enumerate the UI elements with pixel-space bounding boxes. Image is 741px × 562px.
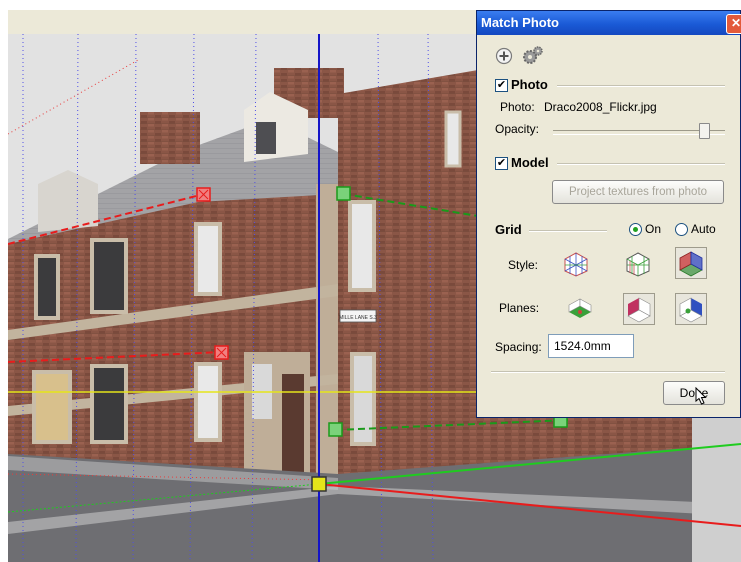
- red-grip-top[interactable]: [196, 187, 211, 202]
- photo-section-label: Photo: [511, 77, 548, 92]
- grid-style-option-active[interactable]: [675, 247, 707, 279]
- opacity-slider-thumb[interactable]: [698, 123, 710, 139]
- add-photo-icon[interactable]: [495, 47, 513, 65]
- red-grip-bottom[interactable]: [214, 345, 229, 360]
- dialog-title-bar[interactable]: Match Photo: [477, 11, 740, 35]
- grid-plane-option-active[interactable]: [623, 293, 655, 325]
- spacing-input[interactable]: 1524.0mm: [548, 334, 634, 358]
- model-checkbox[interactable]: ✔: [495, 157, 508, 170]
- grid-style-icon: [679, 251, 703, 277]
- style-label: Style:: [508, 258, 539, 272]
- grid-on-radio[interactable]: [629, 223, 642, 236]
- close-icon[interactable]: ✕: [726, 14, 741, 34]
- grid-section-divider: [529, 230, 607, 232]
- grid-section-label: Grid: [495, 222, 522, 237]
- photo-caption: Photo:: [500, 100, 535, 114]
- grid-plane-icon: [679, 297, 703, 323]
- dialog-title: Match Photo: [481, 15, 559, 30]
- bottom-divider: [491, 371, 725, 373]
- match-photo-dialog: Match Photo ✕ ✔ Photo Photo: Draco2008_F…: [476, 10, 741, 418]
- street-sign-text: MILLE LANE S.3: [339, 315, 377, 321]
- model-section-label: Model: [511, 155, 549, 170]
- photo-checkbox[interactable]: ✔: [495, 79, 508, 92]
- grid-auto-label: Auto: [691, 222, 716, 236]
- photo-section-divider: [557, 85, 725, 87]
- grid-plane-icon[interactable]: [565, 295, 595, 325]
- photo-name: Draco2008_Flickr.jpg: [544, 100, 657, 114]
- opacity-label: Opacity:: [495, 122, 540, 136]
- grid-plane-icon: [627, 297, 651, 323]
- grid-style-icon[interactable]: [623, 249, 653, 279]
- settings-gear-icon[interactable]: [521, 45, 545, 67]
- model-section-divider: [557, 163, 725, 165]
- spacing-label: Spacing:: [495, 340, 542, 354]
- green-grip-top[interactable]: [336, 186, 351, 201]
- green-grip-bottom[interactable]: [328, 422, 343, 437]
- project-textures-button[interactable]: Project textures from photo: [552, 180, 724, 204]
- grid-on-label: On: [645, 222, 662, 236]
- grid-style-icon[interactable]: [561, 249, 591, 279]
- planes-label: Planes:: [499, 301, 540, 315]
- grid-auto-radio[interactable]: [675, 223, 688, 236]
- mouse-cursor-icon: [695, 387, 707, 405]
- origin-grip[interactable]: [311, 476, 327, 492]
- sketchup-window: MILLE LANE S.3 Match Photo ✕ ✔ Photo Pho…: [0, 0, 741, 562]
- grid-plane-option-active-2[interactable]: [675, 293, 707, 325]
